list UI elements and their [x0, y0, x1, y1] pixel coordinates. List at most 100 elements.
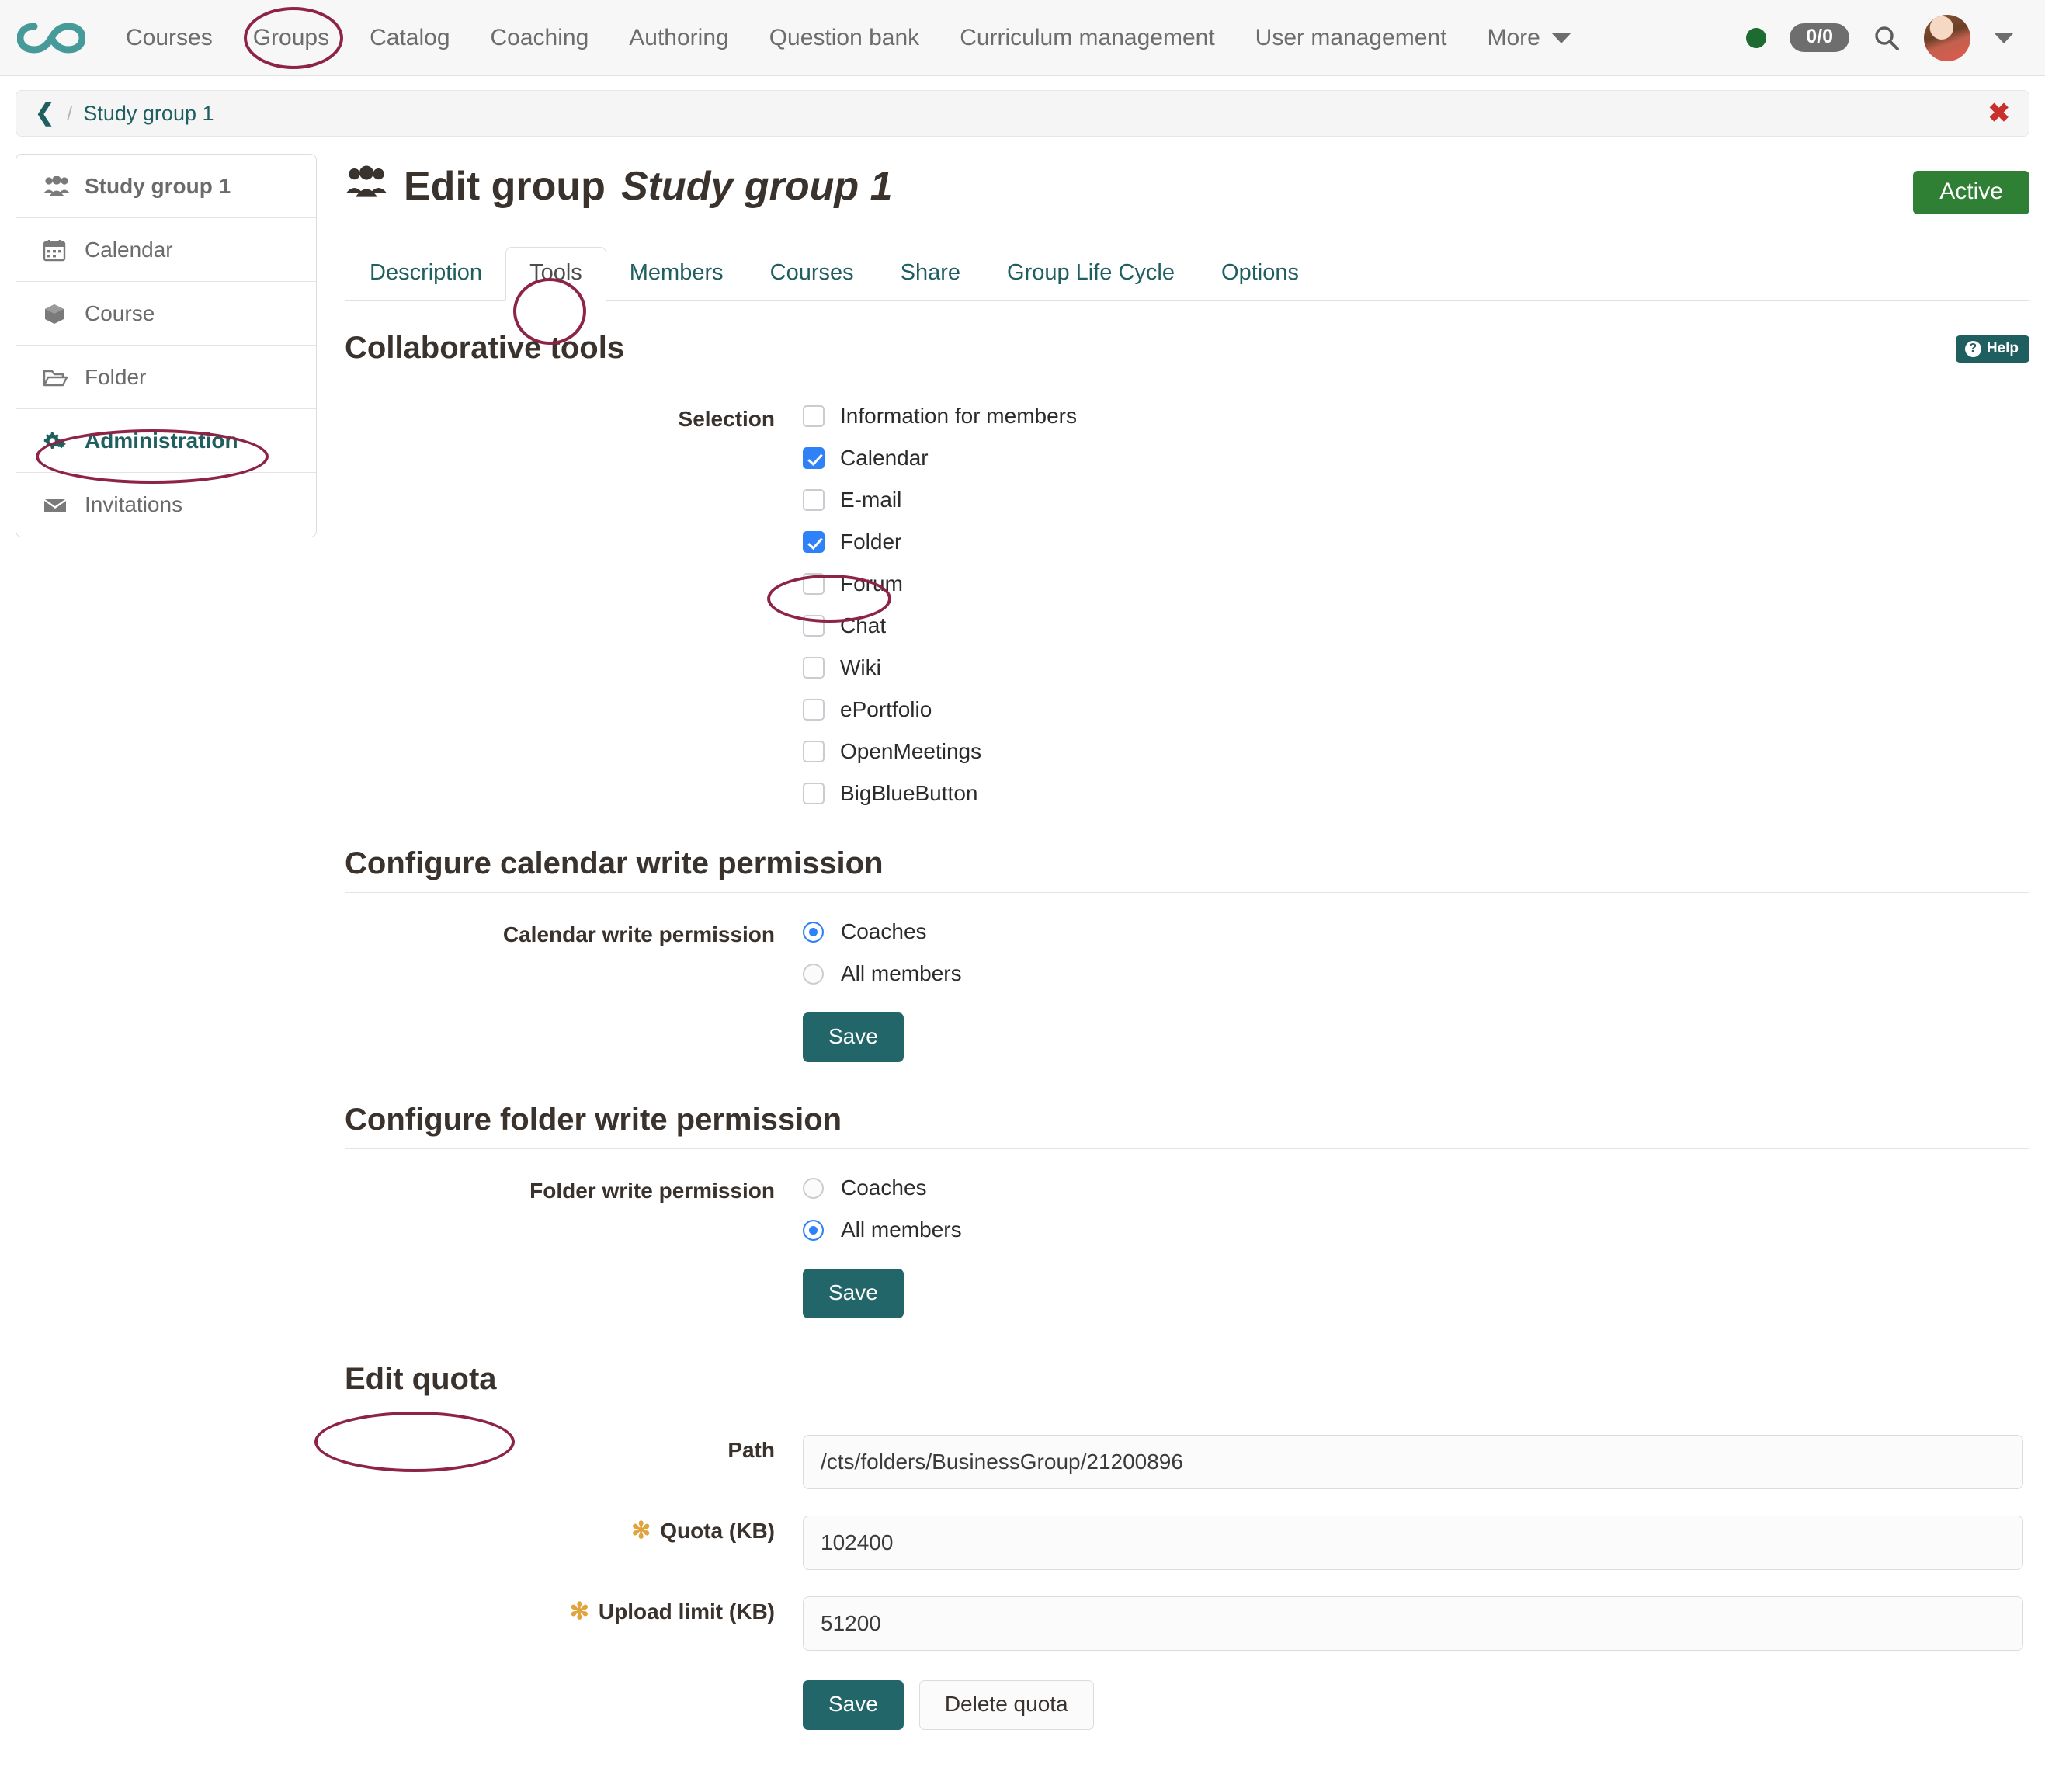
section-heading-label: Collaborative tools — [345, 331, 624, 365]
quota-buttons: Save Delete quota — [803, 1677, 2029, 1730]
sidebar-item-label: Course — [85, 301, 155, 326]
radio-row-folder-coaches[interactable]: Coaches — [803, 1176, 2029, 1200]
main-nav: Courses Groups Catalog Coaching Authorin… — [106, 17, 1592, 59]
breadcrumb-item-study-group[interactable]: Study group 1 — [83, 102, 214, 126]
checkbox-row-forum[interactable]: Forum — [803, 571, 2029, 596]
radio-label: All members — [841, 961, 962, 986]
nav-item-catalog[interactable]: Catalog — [349, 17, 470, 59]
checkbox-forum[interactable] — [803, 573, 825, 595]
nav-item-coaching[interactable]: Coaching — [470, 17, 609, 59]
checkbox-row-chat[interactable]: Chat — [803, 613, 2029, 638]
radio-calendar-coaches[interactable] — [803, 922, 824, 943]
checkbox-eportfolio[interactable] — [803, 699, 825, 721]
nav-item-groups[interactable]: Groups — [233, 17, 349, 59]
checkbox-row-bigbluebutton[interactable]: BigBlueButton — [803, 781, 2029, 806]
selection-label: Selection — [345, 404, 803, 432]
upload-limit-input[interactable] — [803, 1596, 2023, 1651]
tab-members[interactable]: Members — [606, 248, 747, 300]
save-calendar-permission-button[interactable]: Save — [803, 1012, 904, 1062]
sidebar-item-calendar[interactable]: Calendar — [16, 218, 316, 282]
radio-folder-all-members[interactable] — [803, 1220, 824, 1241]
save-folder-permission-button[interactable]: Save — [803, 1269, 904, 1318]
checkbox-folder[interactable] — [803, 531, 825, 553]
checkbox-row-email[interactable]: E-mail — [803, 488, 2029, 512]
envelope-icon — [43, 495, 77, 514]
avatar[interactable] — [1924, 15, 1970, 61]
checkbox-row-eportfolio[interactable]: ePortfolio — [803, 697, 2029, 722]
checkbox-openmeetings[interactable] — [803, 741, 825, 762]
calendar-write-permission-label: Calendar write permission — [345, 919, 803, 947]
checkbox-row-calendar[interactable]: Calendar — [803, 446, 2029, 471]
tab-share[interactable]: Share — [877, 248, 984, 300]
checkbox-information-for-members[interactable] — [803, 405, 825, 427]
checkbox-label: Folder — [840, 530, 901, 554]
checkbox-label: ePortfolio — [840, 697, 932, 722]
quota-kb-input[interactable] — [803, 1516, 2023, 1570]
save-quota-button[interactable]: Save — [803, 1680, 904, 1730]
sidebar-item-label: Calendar — [85, 238, 173, 262]
breadcrumb-back-chevron-left-icon[interactable]: ❮ — [35, 102, 54, 125]
search-icon[interactable] — [1873, 24, 1901, 52]
calendar-permission-radio-group: Coaches All members Save — [803, 919, 2029, 1062]
section-heading-calendar-permission: Configure calendar write permission — [345, 846, 2029, 893]
checkbox-bigbluebutton[interactable] — [803, 783, 825, 804]
group-icon — [43, 176, 77, 196]
checkbox-label: Information for members — [840, 404, 1077, 429]
collaborative-tools-checkbox-list: Information for members Calendar E-mail … — [803, 404, 2029, 806]
sidebar-item-label: Administration — [85, 429, 238, 453]
tab-tools[interactable]: Tools — [505, 247, 606, 301]
user-menu-chevron-down-icon[interactable] — [1994, 33, 2014, 43]
page-header: Edit group Study group 1 Active — [345, 154, 2029, 214]
nav-item-question-bank[interactable]: Question bank — [749, 17, 939, 59]
radio-calendar-all-members[interactable] — [803, 964, 824, 985]
radio-row-calendar-all-members[interactable]: All members — [803, 961, 2029, 986]
nav-item-more[interactable]: More — [1467, 17, 1591, 59]
checkbox-label: Forum — [840, 571, 903, 596]
checkbox-row-openmeetings[interactable]: OpenMeetings — [803, 739, 2029, 764]
delete-quota-button[interactable]: Delete quota — [919, 1680, 1094, 1730]
folder-open-icon — [43, 367, 77, 387]
tab-options[interactable]: Options — [1198, 248, 1322, 300]
folder-write-permission-label: Folder write permission — [345, 1176, 803, 1203]
checkbox-label: BigBlueButton — [840, 781, 977, 806]
page-title-prefix: Edit group — [404, 165, 606, 209]
sidebar-item-folder[interactable]: Folder — [16, 346, 316, 409]
tab-courses[interactable]: Courses — [747, 248, 877, 300]
checkbox-chat[interactable] — [803, 615, 825, 637]
checkbox-row-folder[interactable]: Folder — [803, 530, 2029, 554]
radio-label: All members — [841, 1217, 962, 1242]
folder-permission-radio-group: Coaches All members Save — [803, 1176, 2029, 1318]
nav-item-authoring[interactable]: Authoring — [609, 17, 748, 59]
radio-folder-coaches[interactable] — [803, 1178, 824, 1199]
upload-limit-row: ✻ Upload limit (KB) — [345, 1596, 2029, 1651]
checkbox-email[interactable] — [803, 489, 825, 511]
page-layout: Study group 1 Calendar Co — [0, 137, 2045, 1730]
breadcrumb: ❮ / Study group 1 ✖ — [16, 90, 2029, 137]
close-icon[interactable]: ✖ — [1988, 100, 2011, 127]
radio-row-folder-all-members[interactable]: All members — [803, 1217, 2029, 1242]
sidebar-item-course[interactable]: Course — [16, 282, 316, 346]
status-badge: Active — [1913, 171, 2029, 214]
sidebar-item-administration[interactable]: Administration — [16, 409, 316, 473]
help-button[interactable]: ? Help — [1956, 335, 2029, 363]
notification-counter-badge[interactable]: 0/0 — [1790, 23, 1849, 52]
nav-item-courses[interactable]: Courses — [106, 17, 233, 59]
checkbox-calendar[interactable] — [803, 447, 825, 469]
quota-kb-label-text: Quota (KB) — [660, 1519, 775, 1544]
page-title: Edit group Study group 1 — [345, 165, 893, 209]
path-input[interactable] — [803, 1435, 2023, 1489]
sidebar-item-invitations[interactable]: Invitations — [16, 473, 316, 537]
nav-item-curriculum-management[interactable]: Curriculum management — [939, 17, 1234, 59]
tab-group-life-cycle[interactable]: Group Life Cycle — [984, 248, 1198, 300]
nav-item-user-management[interactable]: User management — [1235, 17, 1467, 59]
infinity-logo[interactable] — [17, 14, 85, 62]
group-icon — [345, 165, 388, 209]
radio-row-calendar-coaches[interactable]: Coaches — [803, 919, 2029, 944]
path-label: Path — [345, 1435, 803, 1463]
checkbox-label: Calendar — [840, 446, 929, 471]
tab-description[interactable]: Description — [346, 248, 505, 300]
checkbox-row-information-for-members[interactable]: Information for members — [803, 404, 2029, 429]
checkbox-row-wiki[interactable]: Wiki — [803, 655, 2029, 680]
breadcrumb-wrapper: ❮ / Study group 1 ✖ — [0, 76, 2045, 137]
checkbox-wiki[interactable] — [803, 657, 825, 679]
